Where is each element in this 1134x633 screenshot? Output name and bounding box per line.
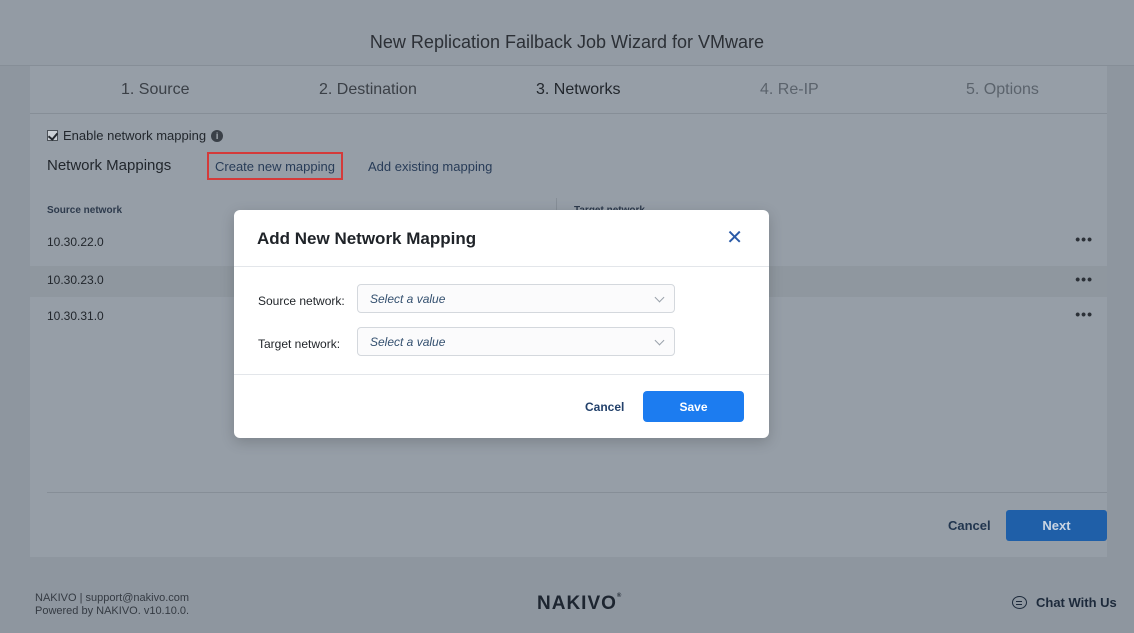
create-new-mapping-link[interactable]: Create new mapping xyxy=(207,152,343,180)
source-network-select[interactable]: Select a value xyxy=(357,284,675,313)
target-network-placeholder: Select a value xyxy=(370,335,446,349)
chat-with-us-label: Chat With Us xyxy=(1036,595,1117,610)
dialog-save-button[interactable]: Save xyxy=(643,391,744,422)
enable-network-mapping-row: Enable network mapping i xyxy=(47,128,224,143)
network-mappings-title: Network Mappings xyxy=(47,157,172,174)
version-text: Powered by NAKIVO. v10.10.0. xyxy=(35,605,190,617)
column-header-source[interactable]: Source network xyxy=(47,205,122,216)
more-options-icon[interactable]: ••• xyxy=(1075,306,1093,322)
step-source[interactable]: 1. Source xyxy=(121,81,189,99)
chevron-down-icon xyxy=(654,335,665,346)
wizard-cancel-button[interactable]: Cancel xyxy=(948,518,991,533)
footer-info: NAKIVO | support@nakivo.com Powered by N… xyxy=(35,592,189,618)
window-title: New Replication Failback Job Wizard for … xyxy=(369,32,765,52)
source-network-label: Source network: xyxy=(258,294,345,308)
step-destination[interactable]: 2. Destination xyxy=(319,81,417,99)
more-options-icon[interactable]: ••• xyxy=(1075,271,1093,287)
support-link[interactable]: NAKIVO | support@nakivo.com xyxy=(35,592,189,605)
info-icon[interactable]: i xyxy=(211,129,224,142)
target-network-select[interactable]: Select a value xyxy=(357,327,675,356)
wizard-next-button[interactable]: Next xyxy=(1006,510,1107,541)
source-network-cell: 10.30.31.0 xyxy=(47,309,104,323)
nakivo-logo: NAKIVO® xyxy=(537,593,623,614)
wizard-steps: 1. Source 2. Destination 3. Networks 4. … xyxy=(30,66,1107,114)
enable-network-mapping-label: Enable network mapping xyxy=(63,128,207,143)
source-network-placeholder: Select a value xyxy=(370,292,446,306)
chevron-down-icon xyxy=(654,292,665,303)
close-icon[interactable]: ✕ xyxy=(726,228,743,248)
step-options[interactable]: 5. Options xyxy=(966,81,1039,99)
step-networks[interactable]: 3. Networks xyxy=(536,81,620,99)
step-re-ip[interactable]: 4. Re-IP xyxy=(760,81,819,99)
enable-network-mapping-checkbox[interactable] xyxy=(47,130,58,141)
add-existing-mapping-link[interactable]: Add existing mapping xyxy=(362,152,498,180)
wizard-footer-divider xyxy=(47,492,1107,493)
dialog-footer-divider xyxy=(234,374,769,375)
dialog-header-divider xyxy=(234,266,769,267)
add-network-mapping-dialog: Add New Network Mapping ✕ Source network… xyxy=(234,210,769,438)
source-network-cell: 10.30.23.0 xyxy=(47,273,104,287)
chat-with-us-button[interactable]: Chat With Us xyxy=(1012,595,1117,610)
dialog-title: Add New Network Mapping xyxy=(257,229,477,248)
more-options-icon[interactable]: ••• xyxy=(1075,231,1093,247)
chat-icon xyxy=(1012,596,1027,609)
dialog-cancel-button[interactable]: Cancel xyxy=(585,400,624,414)
window-titlebar: New Replication Failback Job Wizard for … xyxy=(0,0,1134,66)
source-network-cell: 10.30.22.0 xyxy=(47,235,104,249)
page-footer: NAKIVO | support@nakivo.com Powered by N… xyxy=(0,557,1134,633)
target-network-label: Target network: xyxy=(258,337,341,351)
